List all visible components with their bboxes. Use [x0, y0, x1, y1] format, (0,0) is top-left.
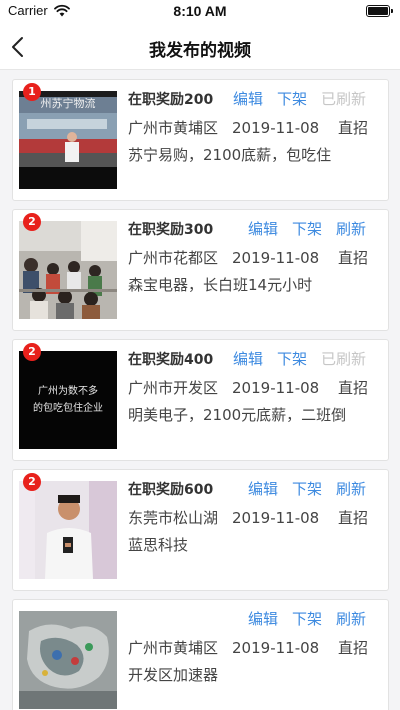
video-thumbnail[interactable]: 州苏宁物流	[19, 91, 117, 189]
thumbnail-caption: 州苏宁物流	[41, 96, 96, 110]
status-bar: Carrier 8:10 AM	[0, 0, 400, 24]
video-thumbnail[interactable]: 广州为数不多 的包吃包住企业	[19, 351, 117, 449]
offline-button[interactable]: 下架	[277, 348, 307, 369]
thumbnail-text-line-2: 的包吃包住企业	[33, 401, 103, 414]
thumbnail-image	[19, 481, 117, 579]
refresh-button[interactable]: 刷新	[336, 478, 366, 499]
edit-button[interactable]: 编辑	[233, 88, 263, 109]
offline-button[interactable]: 下架	[292, 608, 322, 629]
card-actions: 编辑 下架 刷新	[248, 478, 366, 499]
job-meta: 广州市黄埔区 2019-11-08 直招	[128, 117, 368, 138]
reward-label: 在职奖励200	[128, 92, 214, 108]
video-card[interactable]: 2 在职奖励300 编辑 下架 刷新 广州市花都区 2019-11-08 直招 …	[12, 209, 389, 331]
video-card[interactable]: 2 在职奖励600 编辑 下架 刷新 东莞市松山湖 2019-11-08 直招 蓝…	[12, 469, 389, 591]
card-actions: 编辑 下架 已刷新	[233, 88, 366, 109]
district-label: 东莞市松山湖	[128, 509, 219, 527]
edit-button[interactable]: 编辑	[233, 348, 263, 369]
video-card[interactable]: 2 广州为数不多 的包吃包住企业 在职奖励400 编辑 下架 已刷新 广州市开发…	[12, 339, 389, 461]
reward-label: 在职奖励300	[128, 222, 214, 238]
job-description: 明美电子，2100元底薪，二班倒	[128, 406, 347, 424]
job-description: 森宝电器，长白班14元小时	[128, 276, 313, 294]
job-description: 蓝思科技	[128, 536, 189, 554]
hiring-mode-label: 直招	[337, 509, 368, 527]
job-description: 开发区加速器	[128, 666, 219, 684]
reward-label: 在职奖励600	[128, 482, 214, 498]
job-meta: 东莞市松山湖 2019-11-08 直招	[128, 507, 368, 528]
edit-button[interactable]: 编辑	[248, 218, 278, 239]
thumbnail-text-line-1: 广州为数不多	[38, 384, 98, 397]
date-label: 2019-11-08	[232, 509, 320, 527]
refresh-button[interactable]: 已刷新	[321, 348, 366, 369]
district-label: 广州市黄埔区	[128, 639, 219, 657]
edit-button[interactable]: 编辑	[248, 478, 278, 499]
hiring-mode-label: 直招	[337, 119, 368, 137]
battery-icon	[366, 5, 393, 17]
rank-badge: 2	[23, 343, 41, 361]
refresh-button[interactable]: 刷新	[336, 608, 366, 629]
status-time: 8:10 AM	[173, 3, 227, 19]
navigation-bar: 我发布的视频	[0, 24, 400, 70]
date-label: 2019-11-08	[232, 639, 320, 657]
thumbnail-image: 州苏宁物流	[19, 91, 117, 189]
job-meta: 广州市黄埔区 2019-11-08 直招	[128, 637, 368, 658]
thumbnail-image	[19, 611, 117, 709]
thumbnail-image: 广州为数不多 的包吃包住企业	[19, 351, 117, 449]
card-actions: 编辑 下架 已刷新	[233, 348, 366, 369]
video-list[interactable]: 1 州苏宁物流 在职奖励200 编辑 下架 已刷新 广州市黄埔区 2019-11-…	[0, 70, 400, 710]
offline-button[interactable]: 下架	[277, 88, 307, 109]
video-thumbnail[interactable]	[19, 481, 117, 579]
date-label: 2019-11-08	[232, 249, 320, 267]
job-meta: 广州市开发区 2019-11-08 直招	[128, 377, 368, 398]
thumbnail-image	[19, 221, 117, 319]
job-description: 苏宁易购，2100底薪，包吃住	[128, 146, 332, 164]
refresh-button[interactable]: 已刷新	[321, 88, 366, 109]
date-label: 2019-11-08	[232, 119, 320, 137]
rank-badge: 2	[23, 473, 41, 491]
card-actions: 编辑 下架 刷新	[248, 608, 366, 629]
video-thumbnail[interactable]	[19, 611, 117, 709]
rank-badge: 2	[23, 213, 41, 231]
district-label: 广州市花都区	[128, 249, 219, 267]
edit-button[interactable]: 编辑	[248, 608, 278, 629]
job-meta: 广州市花都区 2019-11-08 直招	[128, 247, 368, 268]
reward-label: 在职奖励400	[128, 352, 214, 368]
refresh-button[interactable]: 刷新	[336, 218, 366, 239]
offline-button[interactable]: 下架	[292, 218, 322, 239]
page-title: 我发布的视频	[149, 41, 251, 61]
district-label: 广州市黄埔区	[128, 119, 219, 137]
district-label: 广州市开发区	[128, 379, 219, 397]
date-label: 2019-11-08	[232, 379, 320, 397]
rank-badge: 1	[23, 83, 41, 101]
offline-button[interactable]: 下架	[292, 478, 322, 499]
hiring-mode-label: 直招	[337, 249, 368, 267]
video-thumbnail[interactable]	[19, 221, 117, 319]
video-card[interactable]: 1 州苏宁物流 在职奖励200 编辑 下架 已刷新 广州市黄埔区 2019-11-…	[12, 79, 389, 201]
hiring-mode-label: 直招	[337, 639, 368, 657]
card-actions: 编辑 下架 刷新	[248, 218, 366, 239]
hiring-mode-label: 直招	[337, 379, 368, 397]
video-card[interactable]: 编辑 下架 刷新 广州市黄埔区 2019-11-08 直招 开发区加速器	[12, 599, 389, 710]
